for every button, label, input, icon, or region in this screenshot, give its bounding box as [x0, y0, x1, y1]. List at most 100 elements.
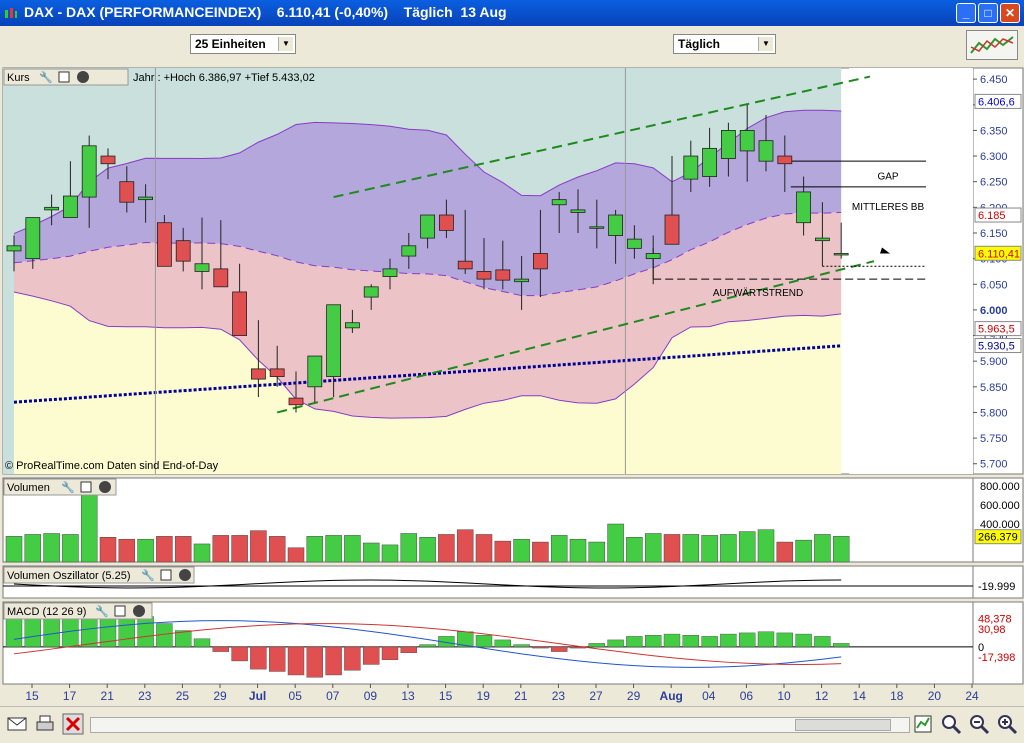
- close-panel-icon: [99, 481, 111, 493]
- volume-bar: [362, 542, 380, 563]
- zoom-in-icon[interactable]: [996, 713, 1018, 735]
- volume-bar: [99, 537, 117, 563]
- bottom-bar: [0, 706, 1024, 743]
- candle-body: [514, 278, 529, 283]
- candle-body: [25, 217, 41, 260]
- wrench-icon: 🔧: [61, 480, 75, 494]
- candle-body: [758, 140, 774, 162]
- macd-bar: [5, 618, 23, 648]
- volume-bar: [419, 537, 436, 563]
- title-bar: DAX - DAX (PERFORMANCEINDEX) 6.110,41 (-…: [0, 0, 1024, 26]
- candle-body: [495, 269, 511, 281]
- maximize-button[interactable]: □: [978, 3, 998, 23]
- wrench-icon: 🔧: [141, 568, 155, 582]
- candle-body: [250, 368, 266, 380]
- volume-bar: [231, 535, 248, 563]
- macd-panel-title: MACD (12 26 9): [7, 606, 86, 618]
- osc-panel-title: Volumen Oszillator (5.25): [7, 570, 131, 582]
- x-tick-label: 14: [853, 689, 867, 703]
- price-panel-title: Kurs: [7, 72, 30, 84]
- print-icon[interactable]: [34, 713, 56, 735]
- mail-icon[interactable]: [6, 713, 28, 735]
- volume-bar: [118, 538, 136, 563]
- indicators-button[interactable]: [966, 30, 1018, 60]
- price-badge-label: 5.930,5: [978, 341, 1015, 353]
- x-tick-label: 24: [965, 689, 979, 703]
- candle-body: [589, 226, 605, 229]
- chevron-down-icon: ▼: [278, 37, 293, 51]
- candle-body: [326, 304, 342, 377]
- volume-bar: [588, 541, 606, 563]
- volume-bar: [720, 534, 737, 563]
- close-button[interactable]: ✕: [1000, 3, 1020, 23]
- x-tick-label: Aug: [660, 689, 683, 703]
- volume-bar: [5, 536, 23, 563]
- volume-bar: [344, 535, 361, 563]
- volume-bar: [306, 536, 324, 563]
- scrollbar-thumb[interactable]: [795, 719, 891, 731]
- volume-bar: [776, 541, 794, 563]
- zoom-out-icon[interactable]: [968, 713, 990, 735]
- candle-body: [551, 199, 567, 206]
- volume-bar: [174, 536, 192, 563]
- price-badge-label: 6.185: [978, 210, 1006, 222]
- candle-body: [269, 368, 285, 377]
- volume-bar: [550, 535, 568, 563]
- x-tick-label: 12: [815, 689, 829, 703]
- candle-body: [401, 245, 417, 257]
- y-tick-label: 6.250: [980, 177, 1008, 189]
- macd-bar: [306, 646, 323, 678]
- candle-body: [307, 355, 323, 388]
- candle-body: [363, 286, 379, 298]
- volume-bar: [682, 534, 700, 563]
- candle-body: [533, 253, 548, 270]
- future-area: [849, 68, 973, 474]
- osc-badge-label: -19.999: [978, 581, 1015, 593]
- chart-app-icon: [5, 8, 17, 18]
- candle-body: [100, 155, 116, 165]
- x-tick-label: 13: [401, 689, 415, 703]
- window-title: DAX - DAX (PERFORMANCEINDEX) 6.110,41 (-…: [24, 4, 507, 20]
- volume-bar: [475, 534, 493, 563]
- macd-bar: [269, 646, 286, 672]
- macd-bar: [419, 644, 436, 648]
- horizontal-scrollbar[interactable]: [90, 717, 910, 733]
- wrench-icon: 🔧: [39, 70, 53, 84]
- cancel-tool-icon[interactable]: [62, 713, 84, 735]
- uptrend-label: AUFWÄRTSTREND: [713, 287, 803, 299]
- volume-bar: [438, 534, 455, 563]
- period-select[interactable]: Täglich ▼: [673, 34, 776, 54]
- minimize-button[interactable]: _: [956, 3, 976, 23]
- macd-bar: [701, 636, 718, 648]
- x-tick-label: 06: [740, 689, 754, 703]
- macd-bar: [814, 636, 831, 648]
- zoom-fit-icon[interactable]: [940, 713, 962, 735]
- x-tick-label: 17: [63, 689, 77, 703]
- units-select[interactable]: 25 Einheiten ▼: [190, 34, 296, 54]
- candle-body: [683, 155, 699, 180]
- price-badge-label: 6.110,41: [978, 248, 1020, 260]
- maximize-panel-icon: [114, 605, 126, 617]
- volume-bar: [532, 541, 549, 563]
- candle-body: [6, 245, 22, 252]
- macd-bar: [381, 646, 399, 660]
- volume-bar: [212, 535, 230, 563]
- volume-bar: [569, 538, 587, 563]
- candle-body: [44, 206, 59, 211]
- candle-body: [344, 322, 360, 329]
- volume-bar: [193, 543, 211, 563]
- chart-svg[interactable]: GAPMITTLERES BBAUFWÄRTSTREND6.4506.4006.…: [0, 66, 1024, 706]
- x-tick-label: 19: [477, 689, 491, 703]
- price-badge-label: 6.406,6: [978, 96, 1015, 108]
- auto-scale-icon[interactable]: [912, 713, 934, 735]
- volume-panel-title: Volumen: [7, 482, 50, 494]
- close-panel-icon: [77, 71, 89, 83]
- copyright-footer: © ProRealTime.com Daten sind End-of-Day: [5, 460, 219, 472]
- chevron-down-icon: ▼: [758, 37, 773, 51]
- macd-bar: [720, 633, 737, 648]
- candle-body: [777, 155, 793, 165]
- close-panel-icon: [179, 569, 191, 581]
- candle-body: [627, 238, 642, 249]
- y-tick-label: 5.800: [980, 407, 1008, 419]
- volume-bar: [795, 539, 812, 563]
